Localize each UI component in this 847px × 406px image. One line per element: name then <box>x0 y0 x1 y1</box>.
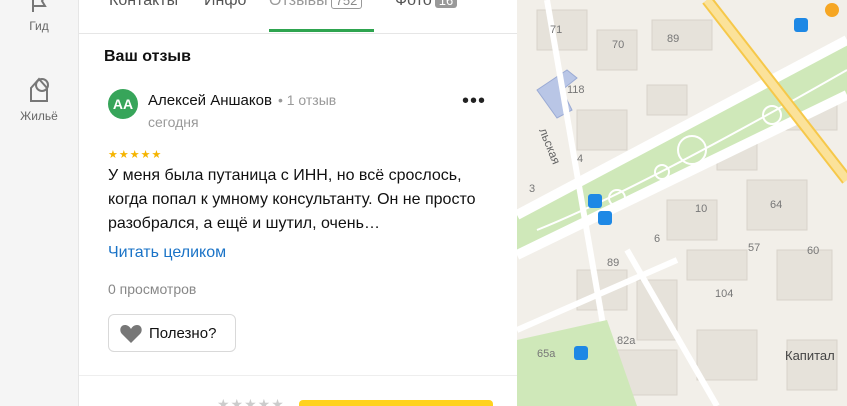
section-title: Ваш отзыв <box>104 48 191 65</box>
tab-photos[interactable]: Фото 16 <box>395 0 458 10</box>
author-name[interactable]: Алексей Аншаков <box>148 92 272 109</box>
author-line: Алексей Аншаков • 1 отзыв <box>148 92 336 109</box>
rate-stars[interactable]: ★★★★★ <box>217 396 285 406</box>
map-house-number: 10 <box>695 203 707 215</box>
map-canvas[interactable]: 71 70 89 118 4 3 10 6 64 57 60 89 104 82… <box>517 0 847 406</box>
map-house-number: 118 <box>567 84 585 96</box>
rating-stars: ★★★★★ <box>108 149 163 161</box>
map-house-number: 64 <box>770 199 782 211</box>
avatar[interactable]: АА <box>108 89 138 119</box>
map-house-number: 4 <box>577 153 583 165</box>
nav-housing-label: Жильё <box>20 109 58 123</box>
tab-contacts[interactable]: Контакты <box>109 0 178 10</box>
nav-guide[interactable]: Гид <box>0 0 78 33</box>
divider <box>79 375 517 376</box>
map-house-number: 70 <box>612 39 624 51</box>
map-house-number: 6 <box>654 233 660 245</box>
map-house-number: 82а <box>617 335 636 347</box>
active-tab-indicator <box>269 29 374 32</box>
tab-reviews[interactable]: Отзывы 752 <box>269 0 363 10</box>
reviews-panel: Контакты Инфо Отзывы 752 Фото 16 Ваш отзыв… <box>79 0 517 406</box>
map-house-number: 104 <box>715 288 733 300</box>
map-house-number: 60 <box>807 245 819 257</box>
nav-housing[interactable]: Жильё <box>0 74 78 123</box>
map-house-number: 57 <box>748 242 760 254</box>
useful-label: Полезно? <box>149 324 217 342</box>
reviews-count-badge: 752 <box>330 0 363 9</box>
left-rail: Гид Жильё <box>0 0 79 406</box>
write-review-button[interactable] <box>299 400 493 406</box>
useful-button[interactable]: Полезно? <box>108 314 236 352</box>
heart-icon <box>120 325 142 343</box>
tabs-bar: Контакты Инфо Отзывы 752 Фото 16 <box>79 0 517 34</box>
read-more-link[interactable]: Читать целиком <box>108 244 226 262</box>
map-house-number: 71 <box>550 24 562 36</box>
house-icon <box>30 77 49 102</box>
map-house-number: 65а <box>537 348 556 360</box>
flag-icon <box>32 0 47 12</box>
map-place-label: Капитал <box>785 348 835 363</box>
more-dots-icon[interactable]: ••• <box>462 91 486 111</box>
review-date: сегодня <box>148 114 199 130</box>
review-text: У меня была путаница с ИНН, но всё сросл… <box>108 167 476 232</box>
map-house-number: 89 <box>607 257 619 269</box>
views-count: 0 просмотров <box>108 281 197 297</box>
map[interactable]: 71 70 89 118 4 3 10 6 64 57 60 89 104 82… <box>517 0 847 406</box>
nav-guide-label: Гид <box>29 19 49 33</box>
author-meta: • 1 отзыв <box>277 92 337 108</box>
photos-count-badge: 16 <box>434 0 458 8</box>
map-house-number: 3 <box>529 183 535 195</box>
map-house-number: 89 <box>667 33 679 45</box>
tab-info[interactable]: Инфо <box>204 0 246 10</box>
